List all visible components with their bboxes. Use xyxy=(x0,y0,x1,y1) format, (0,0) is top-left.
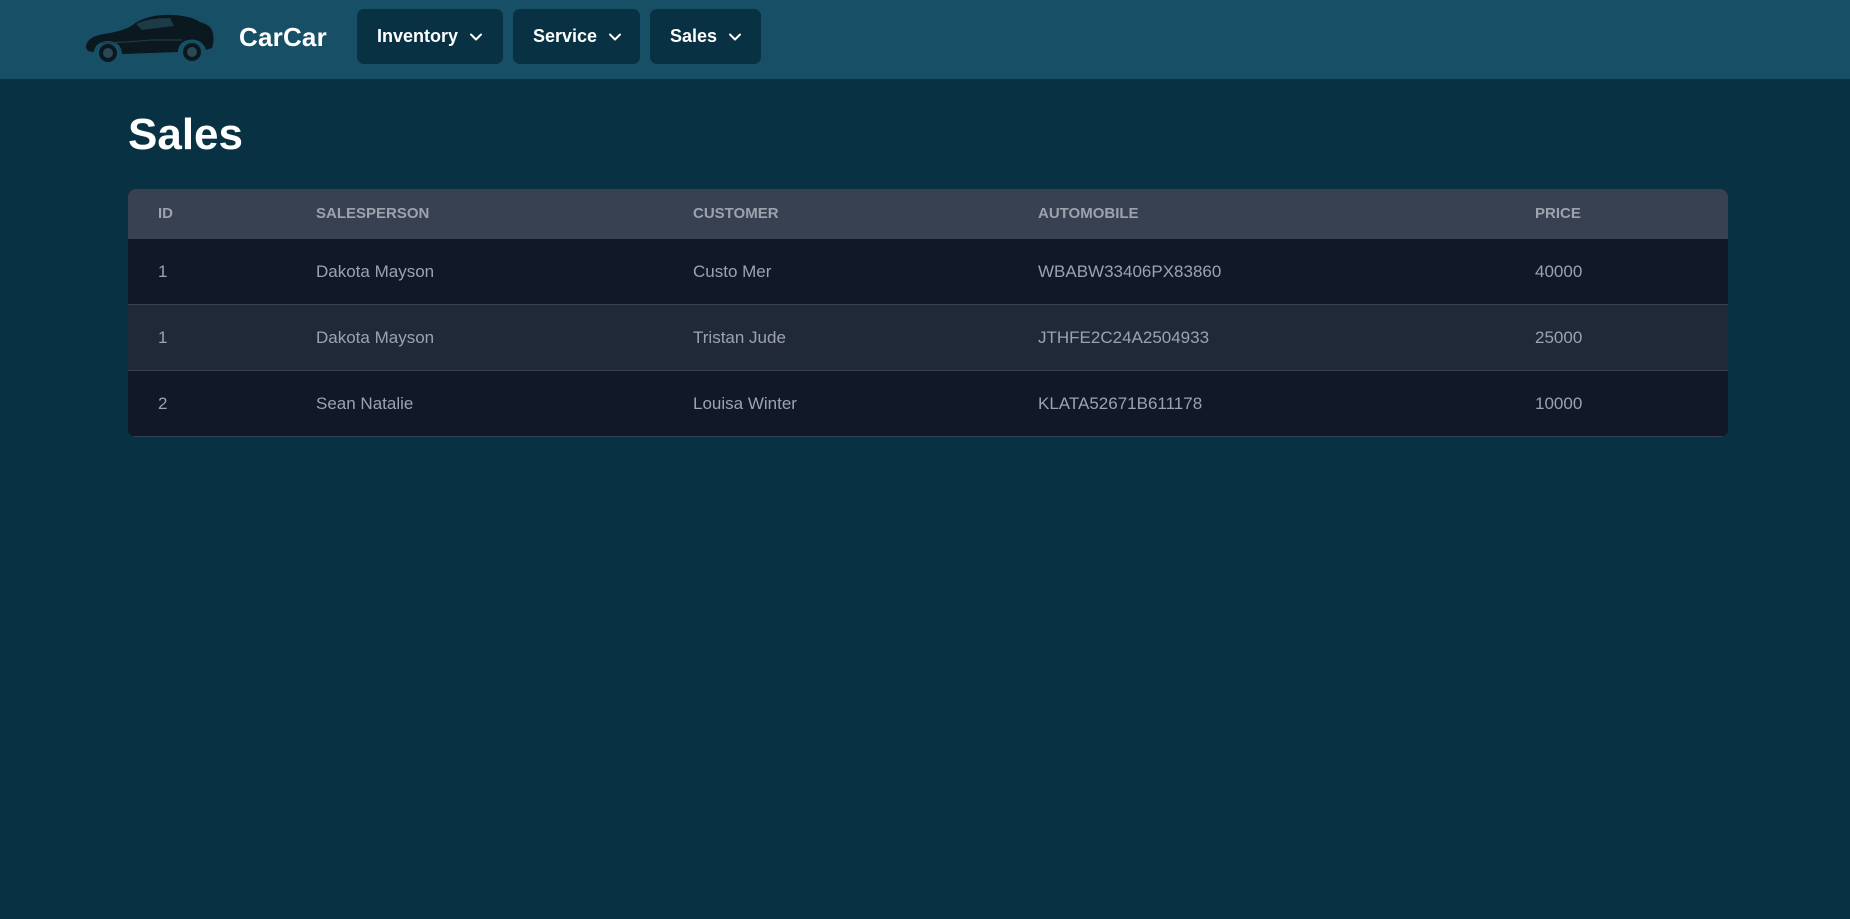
cell-price: 40000 xyxy=(1535,262,1583,281)
column-header-salesperson: SALESPERSON xyxy=(316,205,430,222)
column-header-automobile: AUTOMOBILE xyxy=(1038,205,1139,222)
cell-customer: Tristan Jude xyxy=(693,328,786,347)
brand-name[interactable]: CarCar xyxy=(239,22,327,53)
chevron-down-icon xyxy=(609,33,622,40)
cell-id: 2 xyxy=(158,394,168,413)
column-header-id: ID xyxy=(158,205,173,222)
cell-price: 10000 xyxy=(1535,394,1583,413)
inventory-dropdown-button[interactable]: Inventory xyxy=(357,9,503,64)
service-dropdown-button[interactable]: Service xyxy=(513,9,640,64)
chevron-down-icon xyxy=(729,33,742,40)
table-row: 2 Sean Natalie Louisa Winter KLATA52671B… xyxy=(128,371,1728,437)
service-menu-label: Service xyxy=(533,26,598,46)
table-header: ID SALESPERSON CUSTOMER AUTOMOBILE PRICE xyxy=(128,189,1728,239)
cell-salesperson: Dakota Mayson xyxy=(316,328,435,347)
chevron-down-icon xyxy=(470,33,483,40)
car-logo-icon[interactable] xyxy=(82,10,216,64)
cell-price: 25000 xyxy=(1535,328,1583,347)
cell-automobile: JTHFE2C24A2504933 xyxy=(1038,328,1210,347)
cell-automobile: WBABW33406PX83860 xyxy=(1038,262,1222,281)
inventory-menu-label: Inventory xyxy=(377,26,459,46)
page-title: Sales xyxy=(128,110,243,159)
column-header-customer: CUSTOMER xyxy=(693,205,779,222)
sales-dropdown-button[interactable]: Sales xyxy=(650,9,761,64)
cell-automobile: KLATA52671B611178 xyxy=(1038,394,1203,413)
cell-id: 1 xyxy=(158,262,168,281)
sales-table: ID SALESPERSON CUSTOMER AUTOMOBILE PRICE… xyxy=(128,189,1728,437)
cell-customer: Custo Mer xyxy=(693,262,772,281)
cell-salesperson: Sean Natalie xyxy=(316,394,414,413)
cell-id: 1 xyxy=(158,328,168,347)
navbar: CarCar Inventory Service Sales xyxy=(0,0,1850,79)
sales-menu-label: Sales xyxy=(670,26,718,46)
cell-salesperson: Dakota Mayson xyxy=(316,262,435,281)
table-row: 1 Dakota Mayson Tristan Jude JTHFE2C24A2… xyxy=(128,305,1728,371)
cell-customer: Louisa Winter xyxy=(693,394,797,413)
table-row: 1 Dakota Mayson Custo Mer WBABW33406PX83… xyxy=(128,239,1728,305)
column-header-price: PRICE xyxy=(1535,205,1581,222)
